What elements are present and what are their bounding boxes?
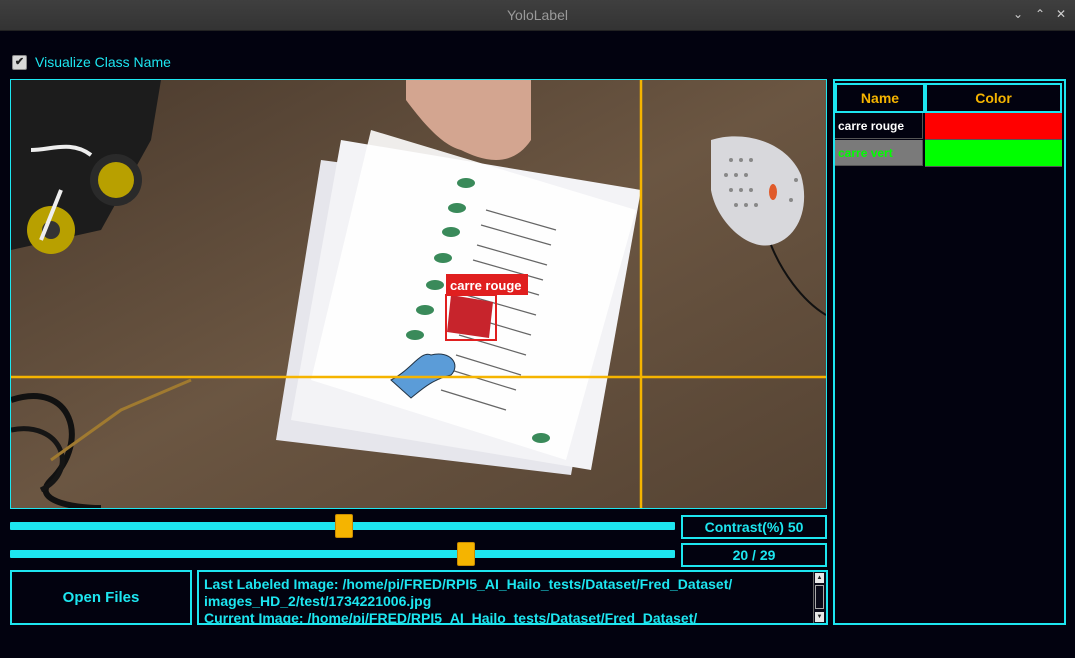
- class-table-header: Name Color: [835, 81, 1064, 113]
- window-title: YoloLabel: [507, 7, 568, 23]
- contrast-slider[interactable]: [10, 514, 675, 538]
- minimize-icon[interactable]: ⌄: [1010, 6, 1026, 22]
- image-index-value: 20 / 29: [681, 543, 827, 567]
- bounding-box-label: carre rouge: [450, 278, 522, 293]
- image-index-slider-handle[interactable]: [457, 542, 475, 566]
- column-header-color[interactable]: Color: [925, 83, 1062, 113]
- contrast-slider-handle[interactable]: [335, 514, 353, 538]
- visualize-class-name-label: Visualize Class Name: [35, 54, 171, 70]
- title-bar: YoloLabel ⌄ ⌃ ✕: [0, 0, 1075, 31]
- column-header-name[interactable]: Name: [835, 83, 925, 113]
- log-text: Last Labeled Image: /home/pi/FRED/RPI5_A…: [204, 576, 733, 625]
- close-icon[interactable]: ✕: [1053, 6, 1069, 22]
- scroll-down-icon[interactable]: ▼: [815, 612, 824, 622]
- visualize-class-name-checkbox[interactable]: ✔: [12, 54, 27, 70]
- log-scrollbar[interactable]: ▲ ▼: [813, 572, 826, 623]
- scroll-thumb[interactable]: [815, 585, 824, 609]
- open-files-button[interactable]: Open Files: [10, 570, 192, 625]
- maximize-icon[interactable]: ⌃: [1032, 6, 1048, 22]
- class-color-swatch[interactable]: [925, 140, 1062, 167]
- class-row[interactable]: carre rouge: [835, 113, 1064, 140]
- visualize-class-name-option[interactable]: ✔ Visualize Class Name: [12, 53, 171, 71]
- class-color-swatch[interactable]: [925, 113, 1062, 140]
- image-index-slider[interactable]: [10, 542, 675, 566]
- class-name-cell[interactable]: carre vert: [835, 140, 923, 166]
- contrast-value: Contrast(%) 50: [681, 515, 827, 539]
- class-row-selected[interactable]: carre vert: [835, 140, 1064, 167]
- class-name-cell[interactable]: carre rouge: [835, 113, 923, 139]
- log-textbox[interactable]: Last Labeled Image: /home/pi/FRED/RPI5_A…: [197, 570, 828, 625]
- scroll-up-icon[interactable]: ▲: [815, 573, 824, 583]
- labeling-image[interactable]: carre rouge: [11, 80, 826, 508]
- class-table: Name Color carre rouge carre vert: [833, 79, 1066, 625]
- image-canvas[interactable]: carre rouge: [10, 79, 827, 509]
